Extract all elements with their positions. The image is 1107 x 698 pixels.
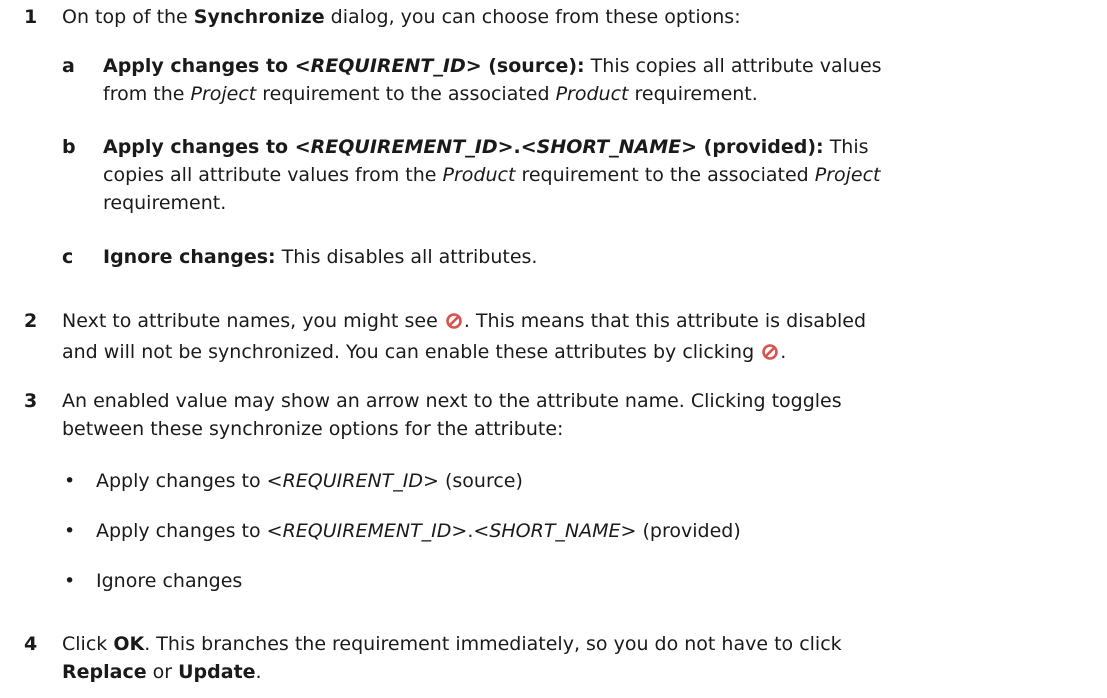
emphasis: Project — [814, 164, 881, 186]
text: > (provided) — [620, 520, 741, 542]
placeholder-id: REQUIRENT_ID — [310, 55, 466, 77]
option-title: > (source): — [465, 55, 585, 77]
text: On top of the — [62, 6, 194, 28]
ok-button-label: OK — [113, 633, 145, 655]
text: Next to attribute names, you might see — [62, 310, 444, 332]
step-number: 3 — [24, 390, 38, 412]
option-title: Apply changes to < — [103, 55, 311, 77]
placeholder-name: SHORT_NAME — [489, 520, 621, 542]
emphasis: Project — [190, 83, 257, 105]
text: Apply changes to < — [96, 470, 283, 492]
replace-button-label: Replace — [62, 661, 147, 683]
text: . This means that this attribute is disa… — [463, 310, 867, 332]
bullet-icon: • — [64, 520, 76, 542]
step-text: Next to attribute names, you might see .… — [62, 307, 866, 369]
text: Click — [62, 633, 114, 655]
step-text: An enabled value may show an arrow next … — [62, 387, 842, 443]
text: Apply changes to < — [96, 520, 283, 542]
option-letter: c — [62, 246, 74, 268]
step-number: 2 — [24, 310, 38, 332]
text: and will not be synchronized. You can en… — [62, 341, 761, 363]
option-text: Ignore changes: This disables all attrib… — [103, 243, 537, 271]
text: . — [780, 341, 787, 363]
disabled-icon — [761, 341, 779, 369]
text: requirement to the associated — [256, 83, 556, 105]
text: or — [146, 661, 179, 683]
text: . — [255, 661, 262, 683]
emphasis: Product — [442, 164, 516, 186]
option-letter: a — [62, 55, 75, 77]
text: This disables all attributes. — [275, 246, 538, 268]
emphasis: Product — [555, 83, 629, 105]
placeholder-id: REQUIREMENT_ID — [282, 520, 452, 542]
bullet-icon: • — [64, 470, 76, 492]
option-title: > (provided): — [681, 136, 824, 158]
text: requirement to the associated — [515, 164, 815, 186]
disabled-icon — [445, 310, 463, 338]
text: from the — [103, 83, 191, 105]
option-text: Apply changes to <REQUIRENT_ID> (source)… — [103, 52, 882, 108]
bullet-text: Apply changes to <REQUIREMENT_ID>.<SHORT… — [96, 517, 741, 545]
step-number: 4 — [24, 633, 38, 655]
step-text: On top of the Synchronize dialog, you ca… — [62, 3, 741, 31]
update-button-label: Update — [178, 661, 256, 683]
text: dialog, you can choose from these option… — [324, 6, 741, 28]
bullet-icon: • — [64, 570, 76, 592]
bullet-text: Ignore changes — [96, 567, 242, 595]
option-title: >.< — [497, 136, 537, 158]
text: . This branches the requirement immediat… — [144, 633, 842, 655]
option-title: Ignore changes: — [103, 246, 276, 268]
text: copies all attribute values from the — [103, 164, 443, 186]
text: > (source) — [423, 470, 523, 492]
text: requirement. — [628, 83, 758, 105]
text: This copies all attribute values — [584, 55, 882, 77]
step-text: Click OK. This branches the requirement … — [62, 630, 842, 686]
dialog-name: Synchronize — [193, 6, 325, 28]
placeholder-id: REQUIREMENT_ID — [310, 136, 498, 158]
placeholder-id: REQUIRENT_ID — [282, 470, 424, 492]
placeholder-name: SHORT_NAME — [536, 136, 682, 158]
option-letter: b — [62, 136, 76, 158]
option-text: Apply changes to <REQUIREMENT_ID>.<SHORT… — [103, 133, 881, 217]
step-number: 1 — [24, 6, 38, 28]
text: requirement. — [103, 192, 227, 214]
text: Ignore changes — [96, 570, 243, 592]
text: between these synchronize options for th… — [62, 418, 564, 440]
option-title: Apply changes to < — [103, 136, 311, 158]
bullet-text: Apply changes to <REQUIRENT_ID> (source) — [96, 467, 523, 495]
text: An enabled value may show an arrow next … — [62, 390, 842, 412]
text: >.< — [451, 520, 490, 542]
text: This — [823, 136, 869, 158]
